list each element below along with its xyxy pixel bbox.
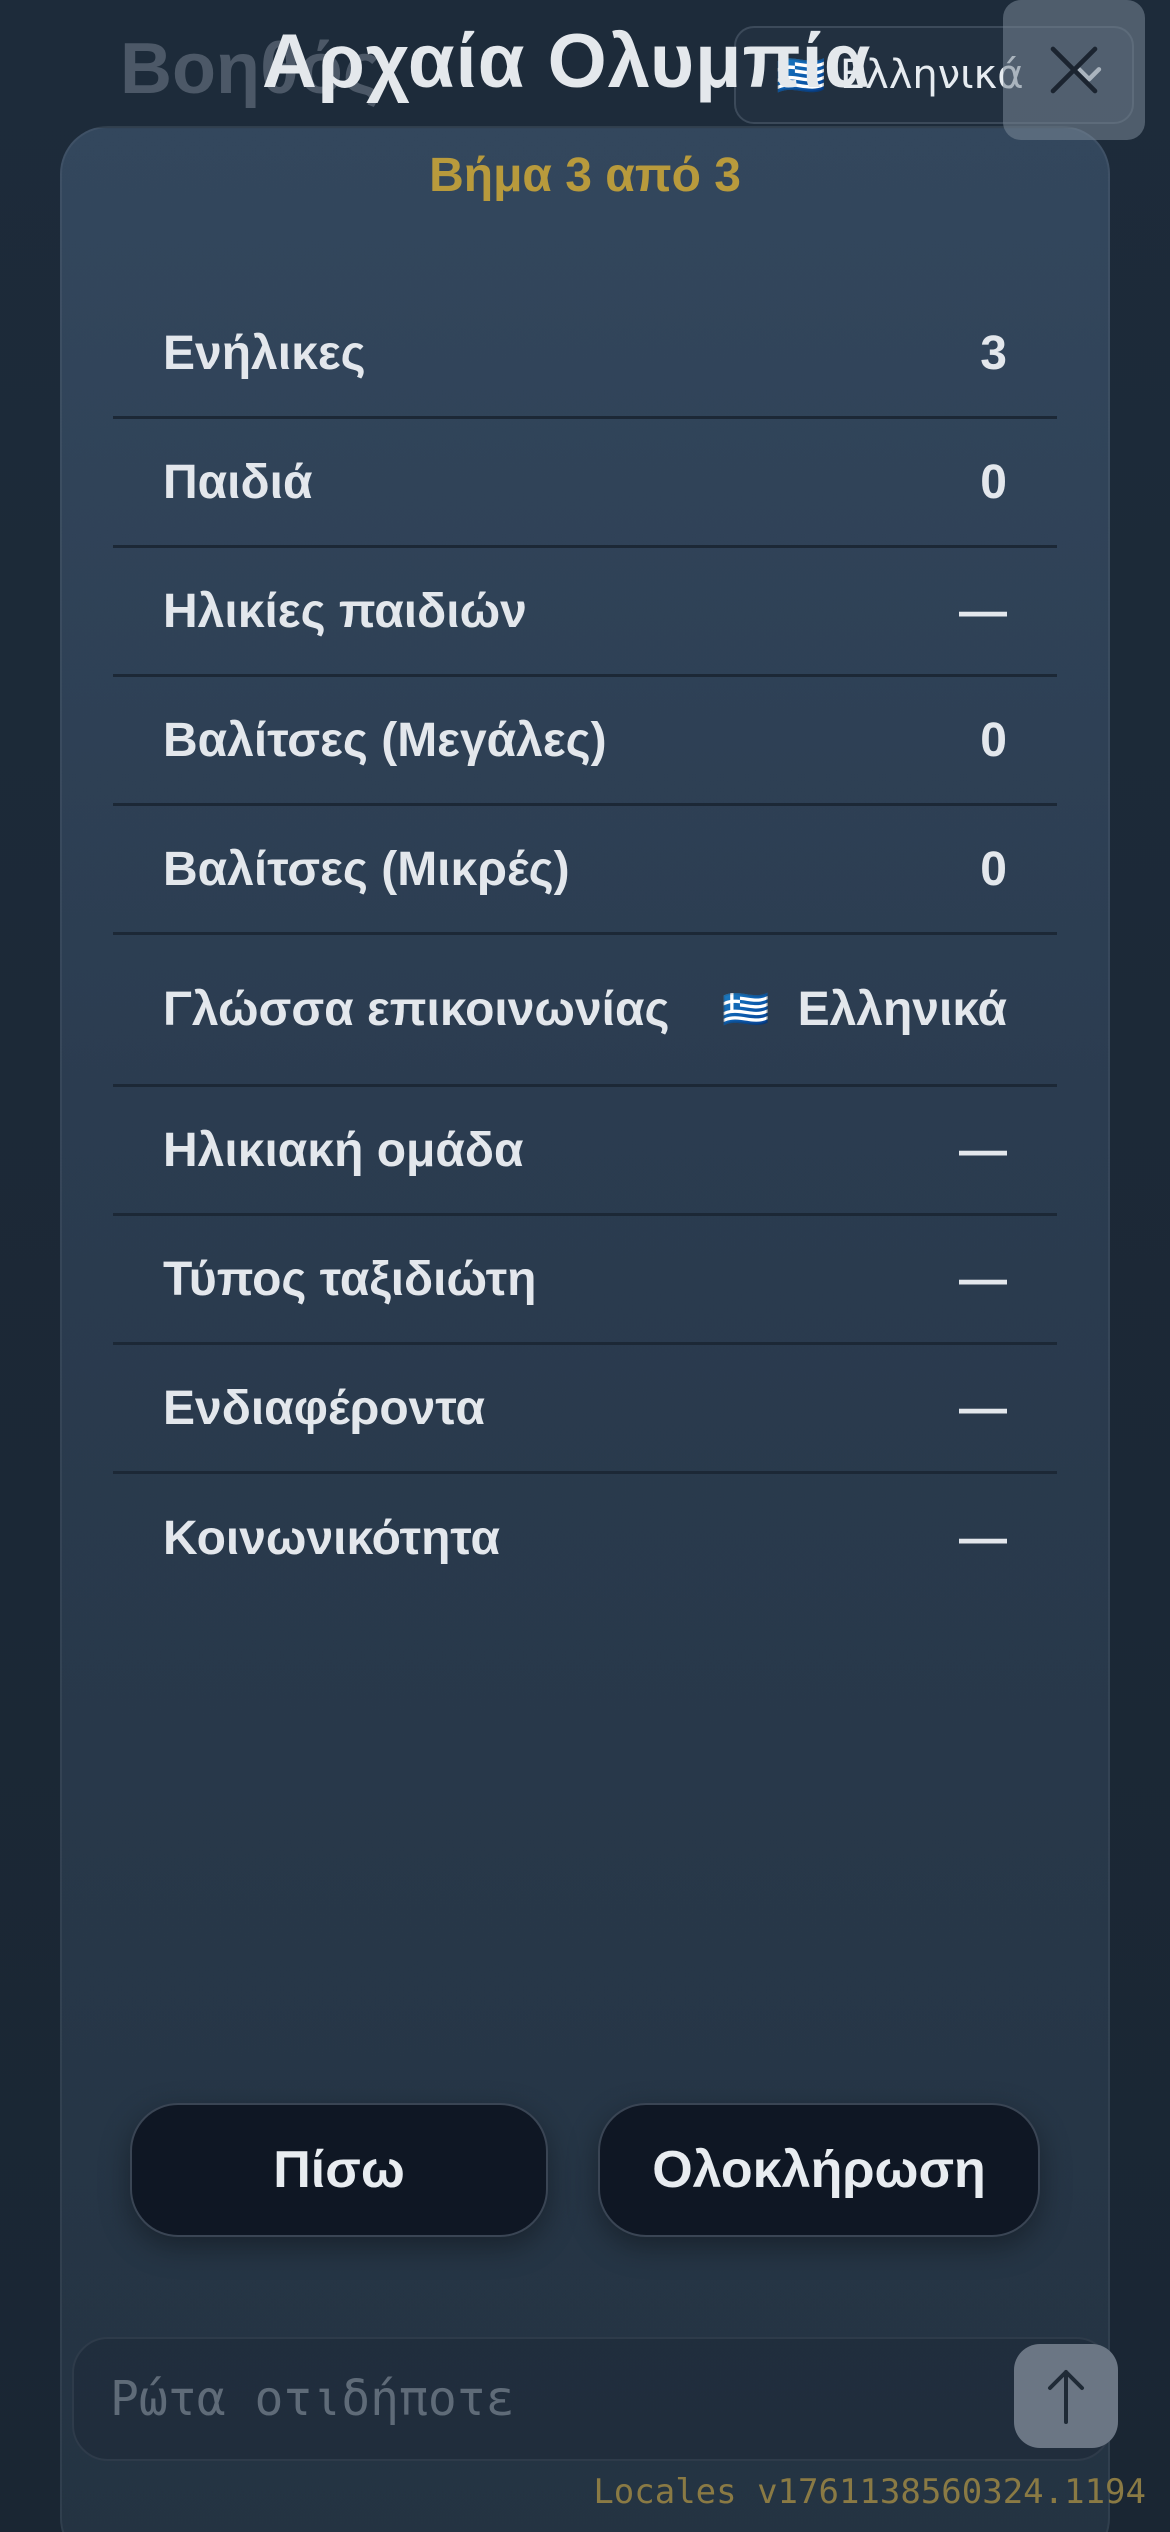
row-value: 3: [980, 326, 1007, 380]
row-label: Ενήλικες: [163, 326, 366, 380]
chat-input-box: [72, 2337, 1112, 2461]
summary-row-children: Παιδιά 0: [113, 419, 1057, 548]
row-label: Ενδιαφέροντα: [163, 1381, 485, 1435]
row-value: 0: [980, 455, 1007, 509]
summary-row-sociability: Κοινωνικότητα —: [113, 1474, 1057, 1603]
arrow-up-icon: [1048, 2370, 1084, 2424]
close-icon: [1050, 46, 1098, 94]
screen: Βοηθός 🇬🇷 Ελληνικά Αρχαία Ολυμπία Βήμα 3…: [0, 0, 1170, 2532]
row-value: —: [959, 1252, 1007, 1306]
page-title: Αρχαία Ολυμπία: [262, 19, 872, 104]
summary-row-large-luggage: Βαλίτσες (Μεγάλες) 0: [113, 677, 1057, 806]
row-label: Γλώσσα επικοινωνίας: [163, 983, 670, 1036]
finish-button[interactable]: Ολοκλήρωση: [598, 2103, 1040, 2237]
close-button[interactable]: [1003, 0, 1145, 140]
back-button[interactable]: Πίσω: [130, 2103, 548, 2237]
row-value: 0: [980, 842, 1007, 896]
chat-input[interactable]: [110, 2371, 910, 2427]
summary-row-small-luggage: Βαλίτσες (Μικρές) 0: [113, 806, 1057, 935]
summary-row-adults: Ενήλικες 3: [113, 290, 1057, 419]
row-value: 🇬🇷 Ελληνικά: [722, 982, 1007, 1037]
row-label: Βαλίτσες (Μικρές): [163, 842, 570, 896]
summary-row-language: Γλώσσα επικοινωνίας 🇬🇷 Ελληνικά: [113, 935, 1057, 1087]
row-value: —: [959, 584, 1007, 638]
row-label: Κοινωνικότητα: [163, 1512, 500, 1565]
row-value: —: [959, 1512, 1007, 1565]
summary-row-interests: Ενδιαφέροντα —: [113, 1345, 1057, 1474]
greek-flag-icon: 🇬🇷: [722, 987, 770, 1031]
summary-row-age-group: Ηλικιακή ομάδα —: [113, 1087, 1057, 1216]
row-label: Βαλίτσες (Μεγάλες): [163, 713, 607, 767]
row-value: 0: [980, 713, 1007, 767]
row-label: Ηλικιακή ομάδα: [163, 1123, 524, 1177]
version-label: Locales v1761138560324.1194: [593, 2472, 1146, 2512]
row-label: Παιδιά: [163, 455, 313, 509]
summary-row-traveler-type: Τύπος ταξιδιώτη —: [113, 1216, 1057, 1345]
summary-list: Ενήλικες 3 Παιδιά 0 Ηλικίες παιδιών — Βα…: [113, 290, 1057, 1603]
row-value: —: [959, 1123, 1007, 1177]
row-value: —: [959, 1381, 1007, 1435]
row-label: Ηλικίες παιδιών: [163, 584, 527, 638]
step-indicator: Βήμα 3 από 3: [429, 149, 741, 202]
send-button[interactable]: [1014, 2344, 1118, 2448]
row-label: Τύπος ταξιδιώτη: [163, 1252, 537, 1306]
summary-row-children-ages: Ηλικίες παιδιών —: [113, 548, 1057, 677]
language-value: Ελληνικά: [797, 983, 1007, 1036]
